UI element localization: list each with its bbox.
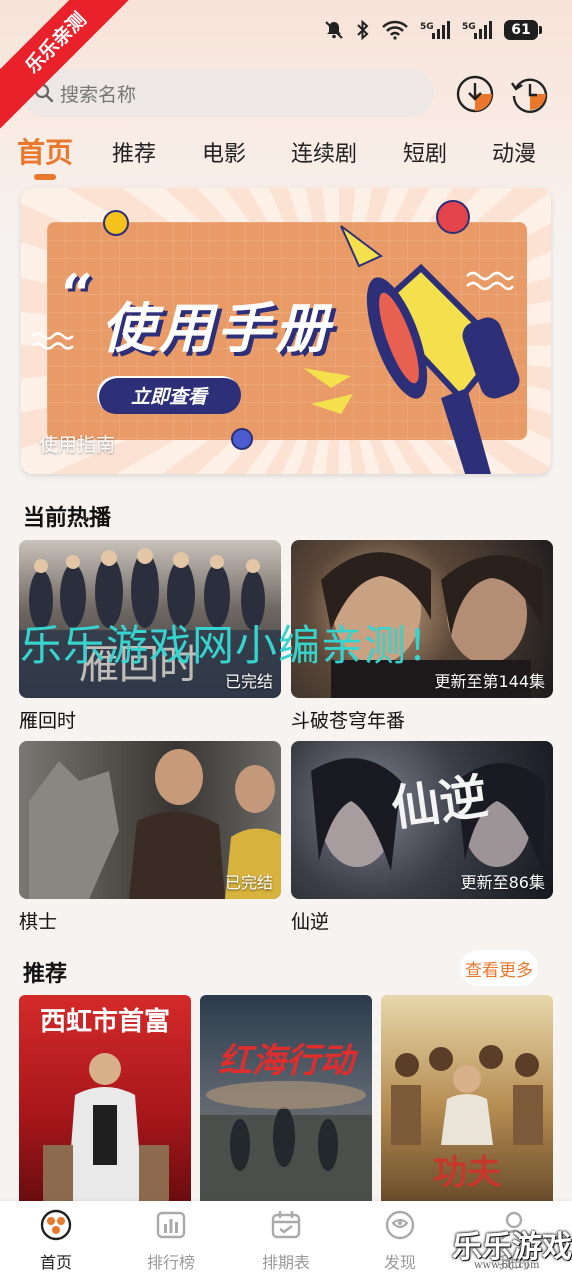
svg-text:5G: 5G [420,22,434,32]
show-title: 雁回时 [19,710,77,732]
show-card[interactable]: 已完结 棋士 [19,741,281,934]
show-title: 棋士 [19,911,58,933]
show-card[interactable]: 仙逆 更新至86集 仙逆 [291,741,553,934]
category-tabs: 首页 推荐 电影 连续剧 短剧 动漫 [0,128,572,184]
poster-illustration [200,1081,372,1201]
tab-short-drama[interactable]: 短剧 [403,136,447,168]
search-placeholder: 搜索名称 [60,83,137,106]
nav-home[interactable]: 首页 [16,1209,96,1273]
brand-watermark-url: www.6lt.com [474,1260,540,1271]
signal-5g-icon-2: 5G [462,21,492,39]
svg-text:5G: 5G [462,22,476,32]
nav-label: 排期表 [261,1253,310,1272]
poster-title: 西虹市首富 [39,1007,170,1037]
signal-5g-icon: 5G [420,21,450,39]
manual-banner[interactable]: “ 使用手册 立即查看 使用指南 [21,188,551,474]
tab-home[interactable]: 首页 [17,131,73,171]
view-more-button[interactable]: 查看更多 [460,950,538,986]
status-badge: 更新至第144集 [434,672,545,691]
bluetooth-icon [357,20,369,40]
history-icon[interactable] [510,74,550,114]
recommend-title: 推荐 [23,962,68,987]
nav-ranking[interactable]: 排行榜 [131,1209,211,1273]
search-input[interactable]: 搜索名称 [20,69,434,117]
show-title: 仙逆 [291,911,330,933]
now-playing-title: 当前热播 [23,506,112,531]
status-icons: 5G 5G 61 [324,20,542,40]
show-thumbnail: 仙逆 更新至86集 [291,741,553,899]
blue-dot-decoration [231,428,253,450]
movie-poster[interactable]: 红海行动 [200,995,372,1201]
tab-series[interactable]: 连续剧 [291,136,357,168]
show-title: 斗破苍穹年番 [291,710,406,732]
discover-icon [385,1210,415,1240]
show-thumbnail: 已完结 [19,741,281,899]
movie-poster[interactable]: 西虹市首富 [19,995,191,1201]
poster-title: 红海行动 [218,1041,354,1081]
nav-label: 发现 [383,1253,416,1272]
poster-title: 功夫 [433,1153,501,1193]
tab-recommend[interactable]: 推荐 [112,136,156,168]
brand-watermark: 乐乐游戏 www.6lt.com [452,1222,572,1279]
download-icon[interactable] [455,74,495,114]
banner-quote-mark: “ [61,262,94,328]
battery-indicator: 61 [504,20,542,40]
tab-anime[interactable]: 动漫 [492,136,536,168]
tab-movies[interactable]: 电影 [202,136,246,168]
banner-title: 使用手册 [101,297,333,360]
nav-label: 首页 [39,1253,72,1272]
mute-bell-icon [325,21,343,39]
wave-decoration-left [32,332,74,350]
banner-view-button[interactable]: 立即查看 [97,376,241,414]
watermark-text: 乐乐游戏网小编亲测！ [20,621,451,670]
active-tab-indicator [34,174,56,180]
nav-discover[interactable]: 发现 [360,1209,440,1273]
wifi-icon [382,20,408,40]
banner-caption: 使用指南 [39,434,116,456]
ranking-icon [156,1211,186,1239]
movie-poster[interactable]: 功夫 [381,995,553,1201]
nav-schedule[interactable]: 排期表 [246,1209,326,1273]
yellow-dot-decoration [103,210,129,236]
nav-label: 排行榜 [146,1253,195,1272]
status-badge: 已完结 [224,873,273,892]
poster-title-text: 仙逆 [388,768,492,838]
status-badge: 更新至86集 [460,873,545,892]
schedule-icon [271,1211,301,1239]
home-icon [40,1209,72,1241]
